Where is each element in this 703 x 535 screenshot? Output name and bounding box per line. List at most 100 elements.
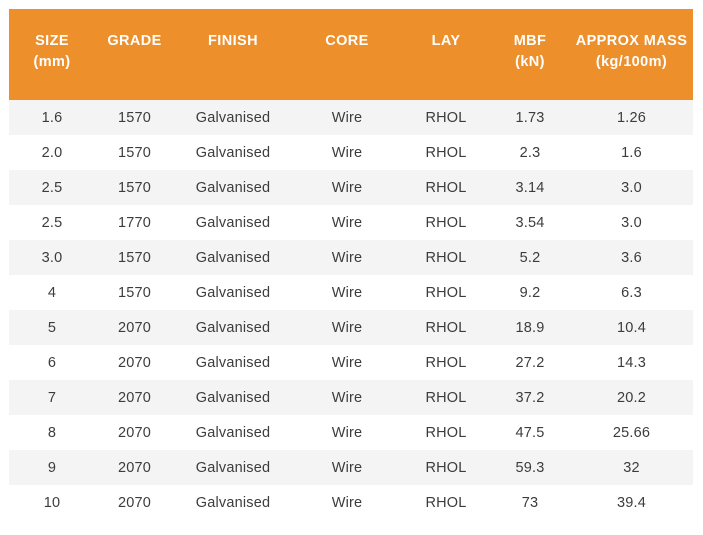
cell-grade: 1770 bbox=[117, 214, 152, 231]
cell-grade: 1570 bbox=[117, 144, 152, 161]
cell-mass: 6.3 bbox=[621, 284, 642, 301]
cell-lay: RHOL bbox=[425, 494, 467, 511]
cell-mbf: 3.54 bbox=[515, 214, 545, 231]
cell-size: 2.5 bbox=[41, 179, 63, 196]
table-header-row: SIZE (mm) GRADE FINISH CORE LAY MBF (kN) APPROX … bbox=[9, 9, 693, 100]
cell-mbf: 59.3 bbox=[515, 459, 545, 476]
cell-grade: 2070 bbox=[117, 424, 152, 441]
table-body: 1.6 1570 Galvanised Wire RHOL 1.73 1.26 2.0 1570… bbox=[9, 100, 693, 520]
column-header-unit: (kN) bbox=[515, 54, 545, 71]
table-row: 6 2070 Galvanised Wire RHOL 27.2 14.3 bbox=[9, 345, 693, 380]
cell-finish: Galvanised bbox=[195, 214, 271, 231]
cell-grade: 1570 bbox=[117, 109, 152, 126]
cell-mbf: 1.73 bbox=[515, 109, 545, 126]
cell-finish: Galvanised bbox=[195, 424, 271, 441]
wire-rope-spec-table: SIZE (mm) GRADE FINISH CORE LAY MBF (kN) APPROX … bbox=[9, 9, 693, 520]
cell-size: 1.6 bbox=[41, 109, 63, 126]
cell-core: Wire bbox=[331, 389, 363, 406]
table-row: 1.6 1570 Galvanised Wire RHOL 1.73 1.26 bbox=[9, 100, 693, 135]
cell-lay: RHOL bbox=[425, 144, 467, 161]
table-row: 5 2070 Galvanised Wire RHOL 18.9 10.4 bbox=[9, 310, 693, 345]
cell-mbf: 2.3 bbox=[519, 144, 541, 161]
cell-mass: 3.0 bbox=[621, 214, 642, 231]
cell-core: Wire bbox=[331, 424, 363, 441]
cell-finish: Galvanised bbox=[195, 494, 271, 511]
cell-grade: 2070 bbox=[117, 494, 152, 511]
cell-core: Wire bbox=[331, 284, 363, 301]
cell-lay: RHOL bbox=[425, 354, 467, 371]
table-row: 3.0 1570 Galvanised Wire RHOL 5.2 3.6 bbox=[9, 240, 693, 275]
cell-mass: 10.4 bbox=[616, 319, 647, 336]
cell-core: Wire bbox=[331, 214, 363, 231]
cell-lay: RHOL bbox=[425, 319, 467, 336]
column-header-label: GRADE bbox=[107, 33, 162, 49]
table-row: 4 1570 Galvanised Wire RHOL 9.2 6.3 bbox=[9, 275, 693, 310]
column-header-finish[interactable]: FINISH bbox=[174, 9, 292, 100]
cell-lay: RHOL bbox=[425, 424, 467, 441]
cell-mass: 1.6 bbox=[621, 144, 642, 161]
column-header-label: MBF bbox=[513, 33, 547, 49]
table-row: 10 2070 Galvanised Wire RHOL 73 39.4 bbox=[9, 485, 693, 520]
cell-core: Wire bbox=[331, 459, 363, 476]
cell-mbf: 27.2 bbox=[515, 354, 545, 371]
cell-mass: 32 bbox=[623, 459, 640, 476]
column-header-unit: (kg/100m) bbox=[595, 54, 668, 71]
column-header-mbf[interactable]: MBF (kN) bbox=[490, 9, 570, 100]
cell-lay: RHOL bbox=[425, 389, 467, 406]
column-header-label: LAY bbox=[431, 33, 461, 49]
cell-mbf: 3.14 bbox=[515, 179, 545, 196]
column-header-size[interactable]: SIZE (mm) bbox=[9, 9, 95, 100]
cell-mbf: 5.2 bbox=[519, 249, 541, 266]
cell-grade: 1570 bbox=[117, 249, 152, 266]
cell-finish: Galvanised bbox=[195, 389, 271, 406]
cell-mass: 1.26 bbox=[616, 109, 647, 126]
cell-core: Wire bbox=[331, 144, 363, 161]
cell-mass: 3.0 bbox=[621, 179, 642, 196]
cell-mass: 3.6 bbox=[621, 249, 642, 266]
cell-core: Wire bbox=[331, 319, 363, 336]
cell-size: 4 bbox=[47, 284, 57, 301]
spec-table-container: SIZE (mm) GRADE FINISH CORE LAY MBF (kN) APPROX … bbox=[9, 9, 693, 520]
cell-finish: Galvanised bbox=[195, 319, 271, 336]
cell-grade: 2070 bbox=[117, 319, 152, 336]
cell-finish: Galvanised bbox=[195, 144, 271, 161]
table-header: SIZE (mm) GRADE FINISH CORE LAY MBF (kN) APPROX … bbox=[9, 9, 693, 100]
column-header-grade[interactable]: GRADE bbox=[95, 9, 174, 100]
column-header-unit: (mm) bbox=[33, 54, 71, 71]
cell-mbf: 18.9 bbox=[515, 319, 545, 336]
cell-size: 6 bbox=[47, 354, 57, 371]
cell-mbf: 9.2 bbox=[519, 284, 541, 301]
table-row: 8 2070 Galvanised Wire RHOL 47.5 25.66 bbox=[9, 415, 693, 450]
cell-core: Wire bbox=[331, 179, 363, 196]
cell-mbf: 47.5 bbox=[515, 424, 545, 441]
cell-core: Wire bbox=[331, 354, 363, 371]
cell-lay: RHOL bbox=[425, 109, 467, 126]
cell-size: 10 bbox=[43, 494, 61, 511]
column-header-label: APPROX MASS bbox=[575, 33, 688, 49]
cell-finish: Galvanised bbox=[195, 284, 271, 301]
table-row: 9 2070 Galvanised Wire RHOL 59.3 32 bbox=[9, 450, 693, 485]
column-header-label: SIZE bbox=[35, 33, 69, 49]
cell-mass: 39.4 bbox=[616, 494, 647, 511]
cell-mass: 14.3 bbox=[616, 354, 647, 371]
cell-size: 2.5 bbox=[41, 214, 63, 231]
column-header-lay[interactable]: LAY bbox=[402, 9, 490, 100]
column-header-label: CORE bbox=[325, 33, 369, 49]
column-header-core[interactable]: CORE bbox=[292, 9, 402, 100]
cell-size: 3.0 bbox=[41, 249, 63, 266]
cell-size: 2.0 bbox=[41, 144, 63, 161]
cell-finish: Galvanised bbox=[195, 109, 271, 126]
cell-lay: RHOL bbox=[425, 214, 467, 231]
cell-lay: RHOL bbox=[425, 249, 467, 266]
cell-lay: RHOL bbox=[425, 179, 467, 196]
column-header-mass[interactable]: APPROX MASS (kg/100m) bbox=[570, 9, 693, 100]
cell-finish: Galvanised bbox=[195, 249, 271, 266]
cell-mass: 25.66 bbox=[612, 424, 651, 441]
cell-grade: 2070 bbox=[117, 459, 152, 476]
cell-lay: RHOL bbox=[425, 459, 467, 476]
cell-core: Wire bbox=[331, 494, 363, 511]
cell-grade: 1570 bbox=[117, 284, 152, 301]
cell-grade: 2070 bbox=[117, 389, 152, 406]
cell-size: 7 bbox=[47, 389, 57, 406]
cell-mbf: 37.2 bbox=[515, 389, 545, 406]
